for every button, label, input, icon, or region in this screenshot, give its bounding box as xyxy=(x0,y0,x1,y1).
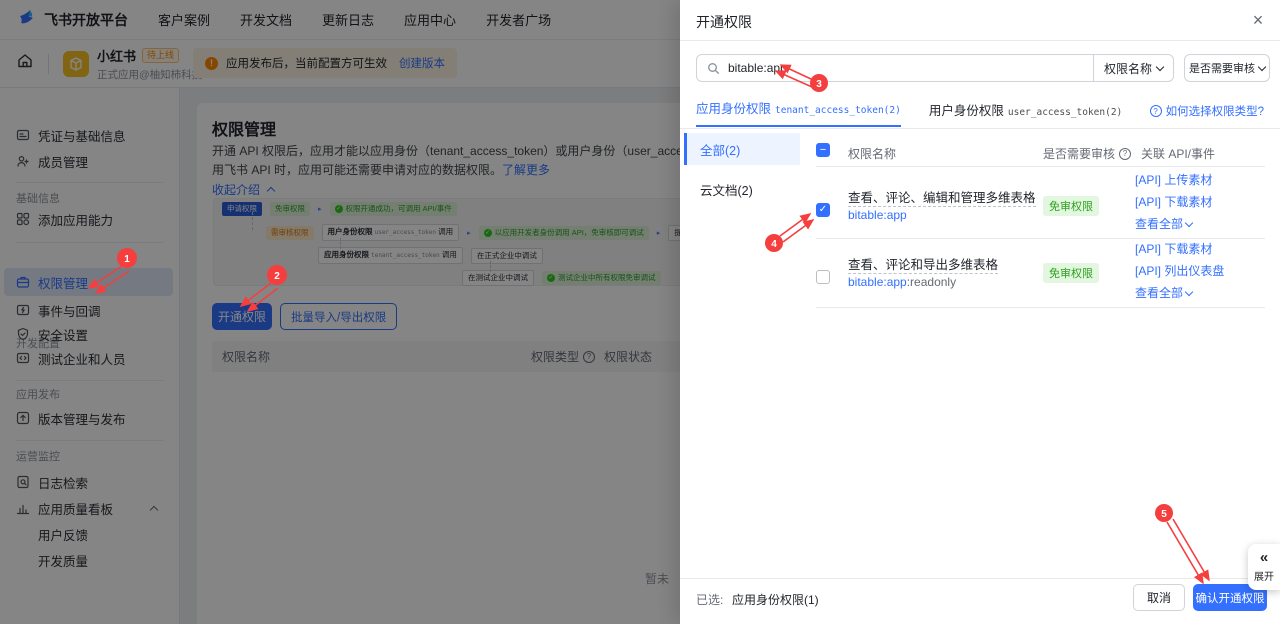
selected-label: 已选: xyxy=(696,591,723,608)
divider xyxy=(680,578,1280,579)
chevron-down-icon xyxy=(1185,288,1193,296)
divider xyxy=(816,238,1265,239)
expand-panel-button[interactable]: 展开 xyxy=(1248,544,1280,590)
permission-scope: bitable:app xyxy=(848,208,907,222)
help-link-label: 如何选择权限类型? xyxy=(1166,103,1264,119)
free-review-badge: 免审权限 xyxy=(1043,196,1099,216)
double-chevron-left-icon xyxy=(1260,551,1268,565)
tab-token: tenant_access_token(2) xyxy=(775,105,901,116)
row-checkbox-bitable-app-readonly[interactable] xyxy=(816,270,830,284)
search-field-selector[interactable]: 权限名称 xyxy=(1093,55,1173,81)
free-review-badge: 免审权限 xyxy=(1043,263,1099,283)
category-cloud-docs[interactable]: 云文档(2) xyxy=(684,173,800,205)
row-checkbox-bitable-app[interactable] xyxy=(816,203,830,217)
chevron-down-icon xyxy=(1185,219,1193,227)
view-all-link[interactable]: 查看全部 xyxy=(1135,284,1192,301)
search-input[interactable] xyxy=(728,61,1028,75)
help-icon[interactable] xyxy=(1119,148,1131,160)
token-tabs: 应用身份权限 tenant_access_token(2) 用户身份权限 use… xyxy=(696,98,1122,127)
category-all[interactable]: 全部(2) xyxy=(684,133,800,165)
divider xyxy=(680,128,1280,129)
permission-search-box: 权限名称 xyxy=(696,54,1174,82)
review-filter-label: 是否需要审核 xyxy=(1189,60,1255,76)
tab-user-token[interactable]: 用户身份权限 user_access_token(2) xyxy=(929,100,1122,127)
review-filter-dropdown[interactable]: 是否需要审核 xyxy=(1184,54,1270,82)
chevron-down-icon xyxy=(1156,63,1164,71)
api-link-upload-media[interactable]: [API] 上传素材 xyxy=(1135,171,1212,188)
expand-label: 展开 xyxy=(1254,568,1274,583)
permission-title: 查看、评论和导出多维表格 xyxy=(848,254,998,273)
cancel-button[interactable]: 取消 xyxy=(1133,584,1185,611)
tab-token: user_access_token(2) xyxy=(1008,107,1122,118)
col-related-api: 关联 API/事件 xyxy=(1141,145,1215,162)
tab-tenant-token[interactable]: 应用身份权限 tenant_access_token(2) xyxy=(696,98,901,127)
permission-title: 查看、评论、编辑和管理多维表格 xyxy=(848,187,1036,206)
permission-scope: bitable:app:readonly xyxy=(848,275,956,289)
panel-title: 开通权限 xyxy=(696,12,752,32)
api-link-download-media[interactable]: [API] 下载素材 xyxy=(1135,193,1212,210)
open-permission-panel: 开通权限 权限名称 是否需要审核 应用身份权限 tenant_access_to… xyxy=(680,0,1280,624)
selected-value: 应用身份权限(1) xyxy=(732,591,819,608)
divider xyxy=(816,166,1265,167)
select-all-checkbox[interactable] xyxy=(816,143,830,157)
close-icon[interactable] xyxy=(1246,8,1270,32)
chevron-down-icon xyxy=(1258,63,1266,71)
col-need-review: 是否需要审核 xyxy=(1043,145,1131,162)
tab-label: 应用身份权限 xyxy=(696,98,771,117)
api-link-list-dashboards[interactable]: [API] 列出仪表盘 xyxy=(1135,262,1224,279)
question-icon xyxy=(1150,105,1162,117)
search-field-label: 权限名称 xyxy=(1104,60,1152,77)
divider xyxy=(816,307,1265,308)
api-link-download-media[interactable]: [API] 下载素材 xyxy=(1135,240,1212,257)
view-all-link[interactable]: 查看全部 xyxy=(1135,215,1192,232)
tab-label: 用户身份权限 xyxy=(929,100,1004,119)
divider xyxy=(680,40,1280,41)
search-icon xyxy=(707,62,720,75)
col-permission-name: 权限名称 xyxy=(848,145,896,162)
permission-type-help-link[interactable]: 如何选择权限类型? xyxy=(1150,103,1264,119)
